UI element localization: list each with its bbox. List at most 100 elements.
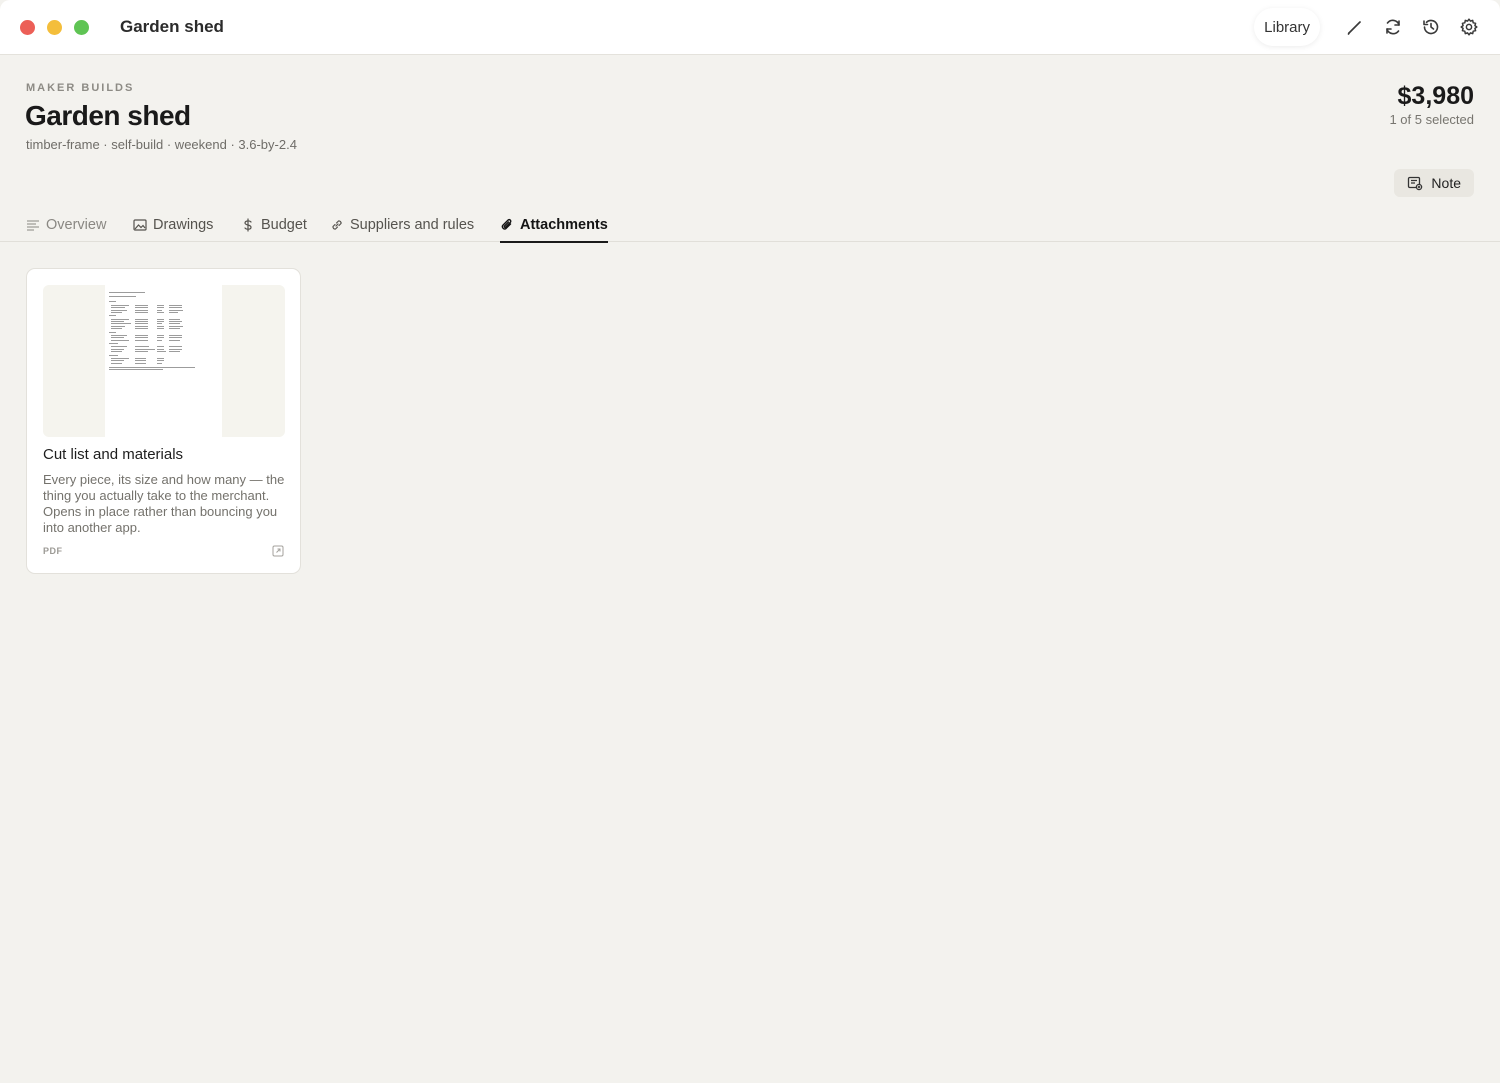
preview-text-line: [111, 362, 122, 364]
preview-text-line: [157, 328, 165, 330]
preview-text-line: [111, 348, 124, 350]
preview-text-line: [135, 357, 146, 359]
preview-text-line: [157, 325, 165, 327]
preview-text-line: [169, 304, 182, 306]
preview-text-line: [157, 307, 165, 309]
tab-label: Attachments: [520, 217, 608, 233]
sync-icon[interactable]: [1374, 8, 1412, 46]
gear-icon[interactable]: [1450, 8, 1488, 46]
preview-text-line: [109, 292, 145, 294]
preview-text-line: [135, 320, 148, 322]
zoom-window-button[interactable]: [74, 19, 89, 35]
preview-text-line: [169, 348, 182, 350]
preview-text-line: [169, 307, 182, 309]
preview-text-line: [135, 346, 150, 348]
preview-text-line: [169, 311, 178, 313]
attachment-thumbnail: [43, 285, 285, 437]
preview-text-line: [135, 334, 148, 336]
list-icon: [27, 220, 39, 231]
preview-text-line: [111, 325, 126, 327]
tab-bar: Overview Drawings Budget Suppliers and r…: [0, 208, 1500, 243]
preview-text-line: [111, 323, 131, 325]
preview-text-line: [169, 339, 180, 341]
preview-text-line: [157, 334, 165, 336]
preview-text-line: [169, 328, 180, 330]
preview-text-line: [157, 348, 165, 350]
preview-text-line: [111, 307, 126, 309]
preview-text-line: [109, 295, 136, 297]
preview-text-line: [109, 343, 118, 345]
preview-text-line: [157, 357, 165, 359]
note-button-label: Note: [1431, 175, 1461, 191]
preview-text-line: [109, 369, 163, 371]
preview-text-line: [157, 320, 165, 322]
preview-text-line: [135, 304, 148, 306]
attachment-description: Every piece, its size and how many — the…: [43, 472, 285, 535]
preview-text-line: [157, 304, 165, 306]
preview-text-line: [169, 318, 180, 320]
preview-text-line: [111, 337, 124, 339]
document-preview: [105, 285, 222, 437]
tab-label: Budget: [261, 217, 307, 233]
open-external-icon[interactable]: [272, 544, 284, 557]
preview-text-line: [135, 337, 148, 339]
preview-text-line: [111, 320, 124, 322]
preview-text-line: [157, 362, 163, 364]
paperclip-icon: [501, 218, 512, 230]
preview-text-line: [135, 307, 148, 309]
preview-text-line: [135, 309, 148, 311]
preview-text-line: [111, 339, 129, 341]
history-icon[interactable]: [1412, 8, 1450, 46]
tab-label: Overview: [46, 217, 107, 233]
section-eyebrow: MAKER BUILDS: [26, 82, 135, 94]
preview-text-line: [169, 309, 184, 311]
preview-text-line: [135, 328, 148, 330]
library-button[interactable]: Library: [1254, 8, 1320, 46]
tab-suppliers-and-rules[interactable]: Suppliers and rules: [330, 208, 474, 242]
preview-text-line: [157, 351, 166, 353]
preview-text-line: [135, 323, 148, 325]
preview-text-line: [109, 301, 117, 303]
tab-attachments[interactable]: Attachments: [500, 208, 608, 243]
preview-text-line: [109, 331, 117, 333]
close-window-button[interactable]: [20, 19, 35, 35]
preview-text-line: [135, 325, 148, 327]
note-button[interactable]: Note: [1394, 169, 1474, 197]
preview-text-line: [157, 339, 163, 341]
attachment-card[interactable]: Cut list and materials Every piece, its …: [26, 268, 301, 574]
preview-text-line: [111, 360, 124, 362]
preview-text-line: [109, 315, 117, 317]
window-title: Garden shed: [120, 17, 224, 36]
preview-text-line: [135, 311, 148, 313]
toolbar: Library: [1254, 8, 1488, 46]
title-bar: Garden shed Library: [0, 0, 1500, 55]
preview-text-line: [111, 328, 122, 330]
attachment-title: Cut list and materials: [43, 446, 184, 463]
preview-text-line: [169, 320, 182, 322]
preview-text-line: [135, 318, 148, 320]
image-icon: [133, 219, 147, 231]
preview-text-line: [135, 339, 148, 341]
preview-text-line: [135, 348, 155, 350]
preview-text-line: [111, 318, 129, 320]
tab-drawings[interactable]: Drawings: [133, 208, 213, 242]
preview-text-line: [169, 334, 182, 336]
minimize-window-button[interactable]: [47, 19, 62, 35]
tab-budget[interactable]: Budget: [241, 208, 307, 242]
preview-text-line: [135, 362, 146, 364]
project-tags: timber-frame · self-build · weekend · 3.…: [26, 137, 297, 152]
preview-text-line: [157, 311, 165, 313]
preview-text-line: [111, 311, 122, 313]
preview-text-line: [157, 323, 163, 325]
pencil-icon[interactable]: [1336, 8, 1374, 46]
preview-text-line: [111, 351, 122, 353]
preview-text-line: [135, 360, 146, 362]
selection-count: 1 of 5 selected: [1389, 112, 1474, 127]
preview-text-line: [111, 304, 129, 306]
note-icon: [1408, 176, 1423, 191]
link-icon: [332, 220, 342, 230]
preview-text-line: [169, 323, 180, 325]
preview-text-line: [157, 337, 165, 339]
preview-text-line: [169, 346, 182, 348]
tab-overview[interactable]: Overview: [26, 208, 106, 242]
